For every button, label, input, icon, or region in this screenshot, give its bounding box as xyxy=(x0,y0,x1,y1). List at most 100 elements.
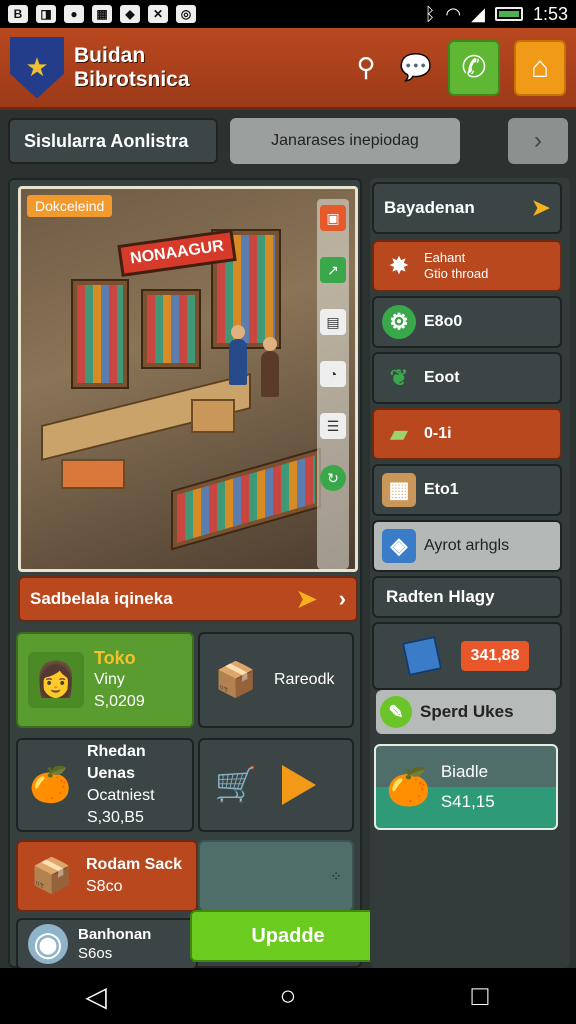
price-row: 341,88 xyxy=(372,622,562,690)
notification-icon: ✕ xyxy=(148,5,168,23)
card-subtitle: Viny xyxy=(94,671,125,688)
speaker-icon[interactable]: ◔ xyxy=(320,361,346,387)
phone-button[interactable]: ✆ xyxy=(448,39,500,96)
update-button[interactable]: Upadde xyxy=(190,910,386,962)
card-toko[interactable]: 👩 Toko Viny S,0209 xyxy=(16,632,194,728)
banner-label: Sadbelala iqineka xyxy=(30,589,173,608)
rp-item-0-1i[interactable]: ▰ 0-1i xyxy=(372,408,562,460)
tab-active[interactable]: Sislularra Aonlistra xyxy=(8,118,218,164)
search-icon[interactable]: ⚲ xyxy=(348,50,384,86)
right-panel: Bayadenan ➤ ✸ Eahant Gtio throad ⚙ E8o0 … xyxy=(370,178,570,968)
card-subtitle: Ocatniest xyxy=(86,787,155,804)
card-value: S,30,B5 xyxy=(86,809,144,826)
shelf xyxy=(171,447,321,551)
speed-button-label: Sperd Ukes xyxy=(420,702,514,721)
card-rodam-sack[interactable]: 📦 Rodam Sack S8co xyxy=(16,840,198,912)
blue-cube-icon xyxy=(401,635,442,677)
signal-icon: ◢ xyxy=(471,3,485,24)
rp-item-title: Eahant xyxy=(424,250,466,265)
cube-icon: ◈ xyxy=(382,529,416,563)
chevron-right-icon: › xyxy=(534,127,542,154)
crate-icon: 📦 xyxy=(30,857,74,895)
rp-item-label: 0-1i xyxy=(424,425,452,442)
shop-icon: ⌂ xyxy=(530,50,550,84)
list-icon[interactable]: ☰ xyxy=(320,413,346,439)
right-panel-header[interactable]: Bayadenan ➤ xyxy=(372,182,562,234)
price-badge: 341,88 xyxy=(460,641,530,671)
scene-badge: Dokceleind xyxy=(27,195,113,217)
rp-item-label: Eto1 xyxy=(424,481,459,498)
box-icon: ▦ xyxy=(382,473,416,507)
shopkeeper-figure xyxy=(229,325,247,385)
app-header: ★ Buidan Bibrotsnica ⚲ 💬 ✆ ⌂ xyxy=(0,28,576,110)
wifi-icon: ◠ xyxy=(445,3,462,24)
fruit-bowl-icon: 🍊 xyxy=(29,766,72,804)
card-banhonan[interactable]: ◉ Banhonan S6os xyxy=(16,918,198,970)
scene-toolbar: ▣ ↗ ▤ ◔ ☰ ↻ xyxy=(317,199,349,569)
speed-ukes-button[interactable]: ✎ Sperd Ukes xyxy=(376,690,556,734)
notification-icon: ◆ xyxy=(120,5,140,23)
promo-banner[interactable]: Sadbelala iqineka ➤ › xyxy=(18,576,358,622)
shop-scene[interactable]: Dokceleind NONAAGUR ▣ ↗ ▤ ◔ ☰ ↻ xyxy=(18,186,358,572)
card-title: Rhedan Uenas xyxy=(86,743,146,782)
phone-icon: ✆ xyxy=(461,51,487,84)
tab-next-button[interactable]: › xyxy=(508,118,568,164)
status-bar: B ◨ ● ▦ ◆ ✕ ◎ ᛒ ◠ ◢ 1:53 xyxy=(0,0,576,28)
right-panel-title: Bayadenan xyxy=(384,198,475,217)
notification-icon: ● xyxy=(64,5,84,23)
left-panel: Dokceleind NONAAGUR ▣ ↗ ▤ ◔ ☰ ↻ Sadbelal… xyxy=(8,178,362,970)
android-nav-bar: ◁ ○ □ xyxy=(0,968,576,1024)
stats-icon[interactable]: ↗ xyxy=(320,257,346,283)
notification-icon: ◨ xyxy=(36,5,56,23)
shop-button[interactable]: ⌂ xyxy=(514,39,566,96)
card-cart[interactable]: 🛒 xyxy=(198,738,354,832)
build-icon[interactable]: ▣ xyxy=(320,205,346,231)
brand-line-2: Bibrotsnica xyxy=(74,67,190,91)
card-value: S6os xyxy=(78,945,113,962)
right-panel-subheader: Radten Hlagy xyxy=(372,576,562,618)
fruit-bowl-icon: 🍊 xyxy=(386,766,431,807)
bluetooth-icon: ᛒ xyxy=(424,3,436,24)
recents-icon[interactable]: □ xyxy=(450,976,510,1016)
card-title: Rodam Sack xyxy=(86,856,183,873)
rp-item-eto1[interactable]: ▦ Eto1 xyxy=(372,464,562,516)
tab-secondary[interactable]: Janarases inepiodag xyxy=(230,118,460,164)
cart-icon: 🛒 xyxy=(214,766,258,804)
rp-item-eoot[interactable]: ❦ Eoot xyxy=(372,352,562,404)
cash-icon: ▰ xyxy=(390,421,408,446)
chat-icon[interactable]: 💬 xyxy=(398,50,434,86)
play-icon[interactable] xyxy=(282,765,316,805)
crate xyxy=(191,399,235,433)
calendar-icon[interactable]: ▤ xyxy=(320,309,346,335)
customer-figure xyxy=(261,337,279,397)
notification-icon: B xyxy=(8,5,28,23)
brand-line-1: Buidan xyxy=(74,43,146,67)
card-value: S8co xyxy=(86,878,123,895)
card-placeholder: ⁘ xyxy=(198,840,354,912)
brand-title: Buidan Bibrotsnica xyxy=(74,44,190,92)
card-title: Banhonan xyxy=(78,926,152,943)
blade-title: Biadle xyxy=(440,762,489,781)
battery-icon xyxy=(494,7,523,21)
rp-item-ayrot[interactable]: ◈ Ayrot arhgls xyxy=(372,520,562,572)
rp-item-e8o0[interactable]: ⚙ E8o0 xyxy=(372,296,562,348)
arrow-right-icon: ➤ xyxy=(531,195,550,220)
cardboard-box-icon: 📦 xyxy=(214,661,258,699)
card-rhedan[interactable]: 🍊 Rhedan Uenas Ocatniest S,30,B5 xyxy=(16,738,194,832)
notification-icons: B ◨ ● ▦ ◆ ✕ ◎ xyxy=(8,5,196,23)
refresh-icon[interactable]: ↻ xyxy=(320,465,346,491)
notification-icon: ▦ xyxy=(92,5,112,23)
rp-item-label: Ayrot arhgls xyxy=(424,537,510,554)
gold-icon: ✸ xyxy=(389,253,409,278)
leaf-icon: ✎ xyxy=(380,696,412,728)
rp-item-subtitle: Gtio throad xyxy=(424,266,489,281)
blade-card[interactable]: 🍊 Biadle S41,15 xyxy=(374,744,558,830)
ornament-icon: ◉ xyxy=(28,924,68,964)
rp-item-label: Eoot xyxy=(424,369,460,386)
card-title: Rareodk xyxy=(274,671,335,688)
back-icon[interactable]: ◁ xyxy=(66,976,126,1016)
card-title: Toko xyxy=(94,648,136,668)
card-rareodk[interactable]: 📦 Rareodk xyxy=(198,632,354,728)
rp-item-eahant[interactable]: ✸ Eahant Gtio throad xyxy=(372,240,562,292)
home-icon[interactable]: ○ xyxy=(258,976,318,1016)
